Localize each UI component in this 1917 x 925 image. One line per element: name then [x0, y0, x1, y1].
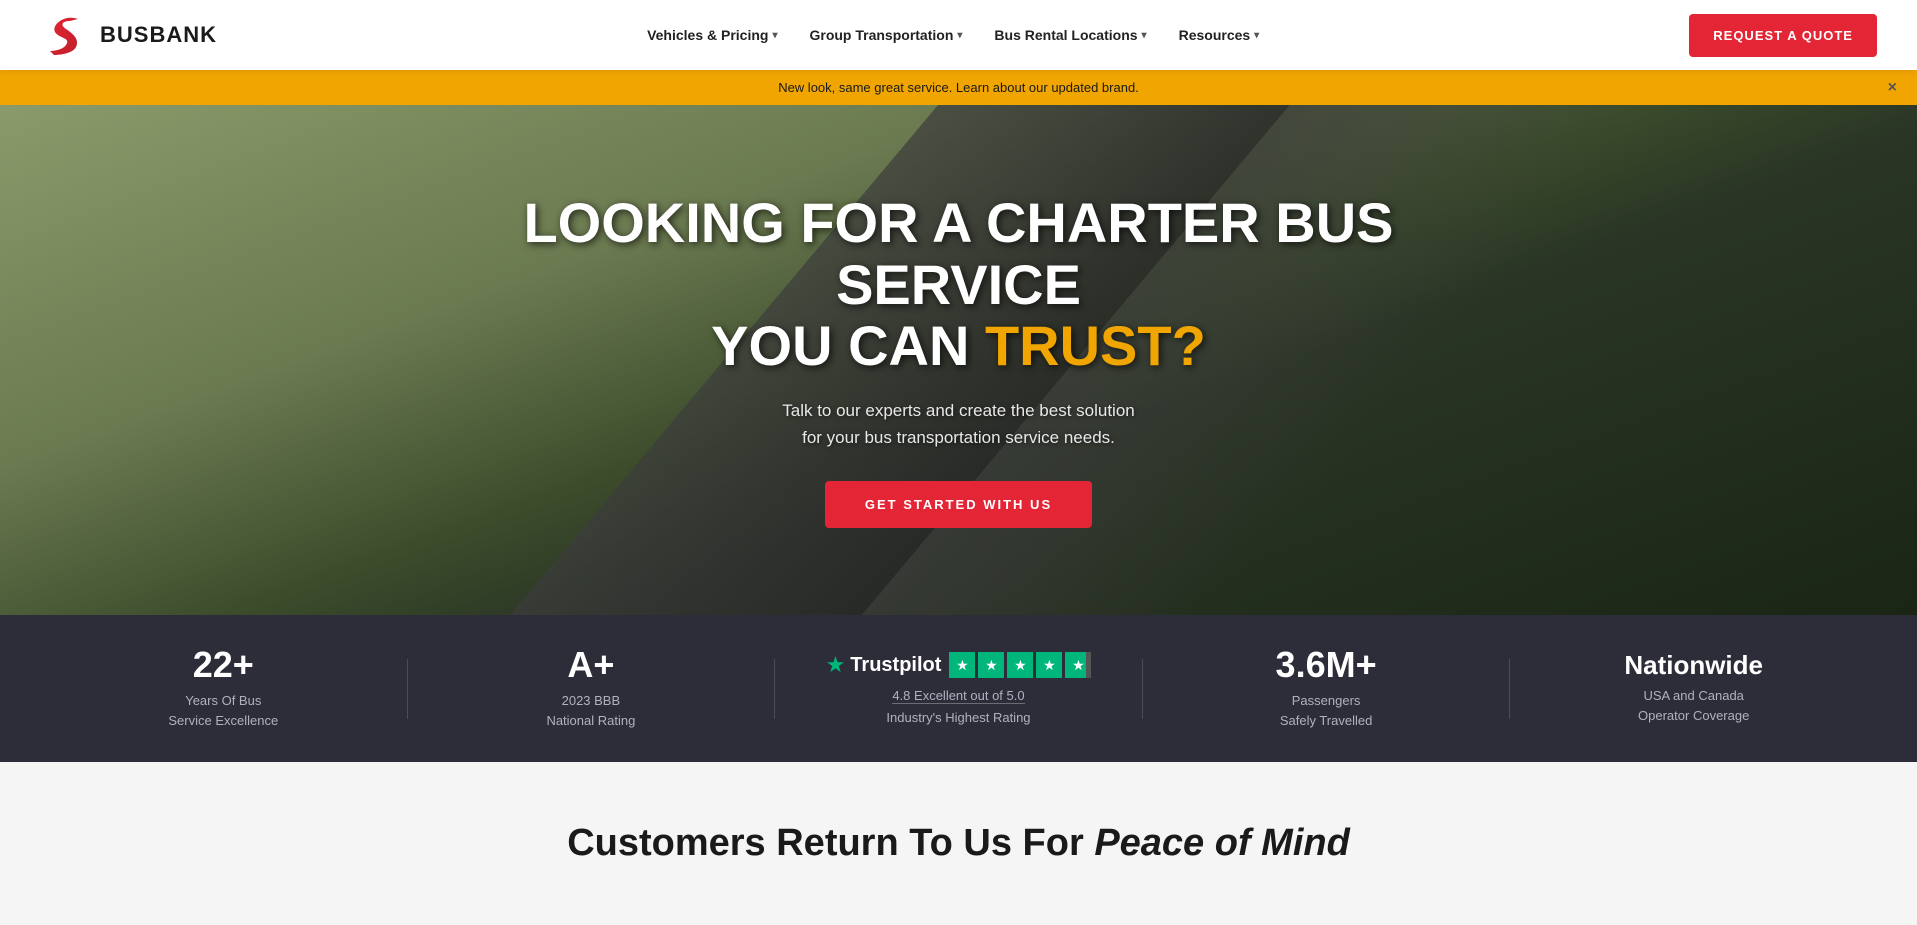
chevron-down-icon: ▾ [772, 30, 777, 41]
nav-vehicles-pricing[interactable]: Vehicles & Pricing ▾ [633, 19, 791, 51]
trustpilot-logo: ★ Trustpilot [826, 652, 942, 678]
chevron-down-icon: ▾ [1254, 30, 1259, 41]
stat-passengers-label: Passengers Safely Travelled [1280, 691, 1373, 730]
stat-bbb: A+ 2023 BBB National Rating [428, 647, 755, 730]
trustpilot-star-3: ★ [1007, 652, 1033, 678]
logo-text: BUSBANK [100, 22, 217, 48]
trustpilot-star-2: ★ [978, 652, 1004, 678]
stat-nationwide-label: USA and Canada Operator Coverage [1638, 686, 1749, 725]
trustpilot-star-icon: ★ [826, 652, 846, 678]
stat-trustpilot: ★ Trustpilot ★ ★ ★ ★ ★ 4.8 Excellent out… [795, 652, 1122, 725]
stat-divider [1509, 659, 1510, 719]
stats-bar: 22+ Years Of Bus Service Excellence A+ 2… [0, 615, 1917, 762]
request-quote-button[interactable]: REQUEST A QUOTE [1689, 14, 1877, 57]
trustpilot-rating-sub: Industry's Highest Rating [886, 710, 1030, 725]
hero-subtitle: Talk to our experts and create the best … [509, 397, 1409, 451]
trustpilot-star-5: ★ [1065, 652, 1091, 678]
nav-group-transportation[interactable]: Group Transportation ▾ [795, 19, 976, 51]
stat-divider [774, 659, 775, 719]
stat-nationwide: Nationwide USA and Canada Operator Cover… [1530, 652, 1857, 725]
stat-divider [1142, 659, 1143, 719]
hero-section: LOOKING FOR A CHARTER BUS SERVICE YOU CA… [0, 105, 1917, 615]
chevron-down-icon: ▾ [1142, 30, 1147, 41]
trustpilot-stars: ★ ★ ★ ★ ★ [949, 652, 1091, 678]
hero-title: LOOKING FOR A CHARTER BUS SERVICE YOU CA… [509, 192, 1409, 377]
banner-text: New look, same great service. Learn abou… [778, 80, 1139, 95]
busbank-logo-icon [40, 11, 88, 59]
banner-close-button[interactable]: × [1888, 80, 1897, 96]
stat-divider [407, 659, 408, 719]
stat-bbb-value: A+ [567, 647, 614, 683]
trustpilot-header: ★ Trustpilot ★ ★ ★ ★ ★ [826, 652, 1092, 678]
nav-bus-rental-locations[interactable]: Bus Rental Locations ▾ [980, 19, 1160, 51]
stat-nationwide-value: Nationwide [1624, 652, 1763, 678]
get-started-button[interactable]: GET STARTED WITH US [825, 481, 1092, 528]
trustpilot-star-1: ★ [949, 652, 975, 678]
customers-title: Customers Return To Us For Peace of Mind [40, 822, 1877, 865]
stat-years-value: 22+ [193, 647, 254, 683]
nav-resources[interactable]: Resources ▾ [1165, 19, 1274, 51]
stat-passengers: 3.6M+ Passengers Safely Travelled [1163, 647, 1490, 730]
trustpilot-star-4: ★ [1036, 652, 1062, 678]
logo-link[interactable]: BUSBANK [40, 11, 217, 59]
stat-bbb-label: 2023 BBB National Rating [546, 691, 635, 730]
announcement-banner: New look, same great service. Learn abou… [0, 70, 1917, 105]
chevron-down-icon: ▾ [957, 30, 962, 41]
hero-content: LOOKING FOR A CHARTER BUS SERVICE YOU CA… [489, 192, 1429, 528]
stat-years: 22+ Years Of Bus Service Excellence [60, 647, 387, 730]
main-nav: Vehicles & Pricing ▾ Group Transportatio… [633, 19, 1273, 51]
trustpilot-brand: Trustpilot [850, 654, 941, 677]
stat-years-label: Years Of Bus Service Excellence [168, 691, 278, 730]
trustpilot-rating-text[interactable]: 4.8 Excellent out of 5.0 [892, 688, 1024, 704]
header: BUSBANK Vehicles & Pricing ▾ Group Trans… [0, 0, 1917, 70]
stat-passengers-value: 3.6M+ [1276, 647, 1377, 683]
customers-section: Customers Return To Us For Peace of Mind [0, 762, 1917, 925]
